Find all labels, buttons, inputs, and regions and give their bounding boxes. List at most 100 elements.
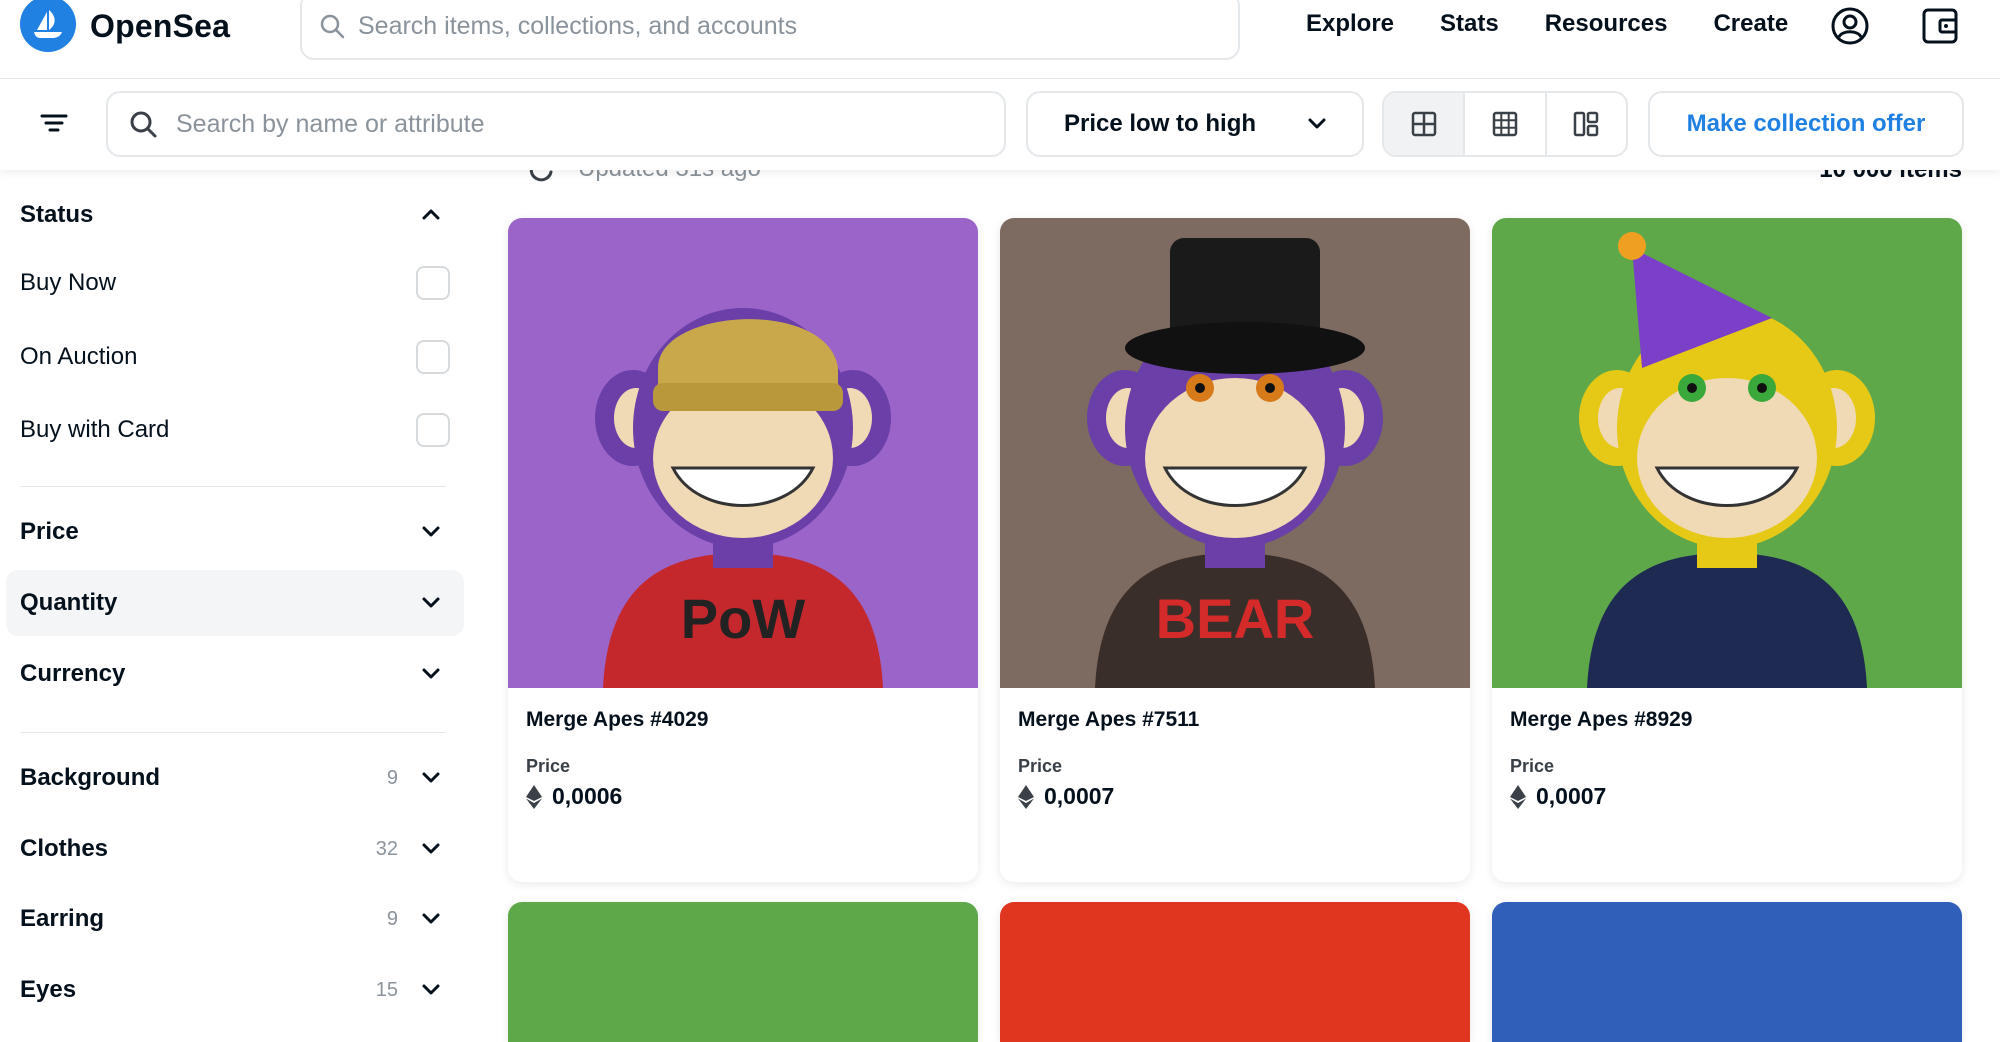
chevron-down-icon (422, 984, 440, 995)
facet-label: Currency (20, 660, 126, 687)
facet-quantity[interactable]: Quantity (6, 570, 464, 636)
facet-earring[interactable]: Earring 9 (6, 886, 464, 952)
checkbox[interactable] (416, 340, 450, 374)
brand-name[interactable]: OpenSea (90, 8, 230, 45)
nft-card[interactable] (1000, 902, 1470, 1042)
nft-card-name: Merge Apes #4029 (526, 708, 709, 731)
status-option-on-auction[interactable]: On Auction (20, 330, 450, 384)
nft-card-name: Merge Apes #8929 (1510, 708, 1693, 731)
ship-icon (34, 10, 62, 38)
filter-toggle-icon[interactable] (34, 103, 74, 143)
chevron-down-icon (1308, 118, 1326, 129)
svg-text:BEAR: BEAR (1156, 587, 1315, 650)
nft-card[interactable] (1492, 902, 1962, 1042)
nft-card-name: Merge Apes #7511 (1018, 708, 1200, 731)
facet-label: Background (20, 764, 161, 791)
global-search-input[interactable]: Search items, collections, and accounts (300, 0, 1240, 60)
grid-small-icon (1492, 111, 1518, 137)
nft-card-price-value: 0,0007 (1536, 783, 1607, 809)
grid-small-view-button[interactable] (1465, 93, 1547, 155)
nft-card-price: 0,0007 (1510, 783, 1944, 810)
facet-label: Price (20, 518, 79, 545)
checkbox[interactable] (416, 413, 450, 447)
nft-card-price-label: Price (1510, 756, 1555, 776)
chevron-down-icon (422, 668, 440, 679)
status-option-buy-now[interactable]: Buy Now (20, 256, 450, 310)
facet-count: 15 (375, 978, 398, 1001)
nft-card-info: Merge Apes #4029 Price 0,0006 (508, 688, 978, 882)
nav-create[interactable]: Create (1713, 10, 1788, 38)
chevron-up-icon (422, 209, 440, 220)
sort-value: Price low to high (1064, 110, 1257, 137)
chevron-down-icon (422, 843, 440, 854)
facet-status[interactable]: Status (6, 182, 464, 248)
facet-label: Earring (20, 905, 105, 932)
facet-label: Clothes (20, 835, 109, 862)
facet-currency[interactable]: Currency (6, 641, 464, 707)
nft-card[interactable]: BEAR Merge Apes #7511 Price 0,0007 (1000, 218, 1470, 882)
facet-label: Quantity (20, 589, 118, 616)
facet-clothes[interactable]: Clothes 32 (6, 816, 464, 882)
nft-card[interactable]: PoW Merge Apes #4029 Price 0,0006 (508, 218, 978, 882)
search-icon (320, 14, 345, 39)
facet-label: Eyes (20, 976, 77, 1003)
nft-card-info: Merge Apes #8929 Price 0,0007 (1492, 688, 1962, 882)
global-search-placeholder: Search items, collections, and accounts (358, 11, 798, 40)
checkbox[interactable] (416, 266, 450, 300)
collection-toolbar: Search by name or attribute Price low to… (0, 78, 2000, 170)
chevron-down-icon (422, 913, 440, 924)
view-toggle-group (1382, 91, 1628, 157)
trait-search-placeholder: Search by name or attribute (176, 109, 485, 138)
grid-large-icon (1411, 111, 1436, 137)
status-option-label: On Auction (20, 343, 138, 370)
nft-image: PoW (508, 218, 978, 688)
trait-search-input[interactable]: Search by name or attribute (106, 91, 1006, 157)
nft-image: BEAR (1000, 218, 1470, 688)
opensea-logo[interactable] (20, 0, 76, 52)
facet-status-label: Status (20, 201, 94, 228)
facet-eyes[interactable]: Eyes 15 (6, 957, 464, 1023)
nft-card-price-label: Price (1018, 756, 1063, 776)
facet-price[interactable]: Price (6, 499, 464, 565)
nft-image (1492, 218, 1962, 688)
nft-card-price-value: 0,0006 (552, 783, 623, 809)
mosaic-view-button[interactable] (1547, 93, 1626, 155)
mosaic-icon (1574, 111, 1599, 137)
nft-card-price-label: Price (526, 756, 571, 776)
nft-card-price-value: 0,0007 (1044, 783, 1115, 809)
nft-card[interactable] (508, 902, 978, 1042)
nft-card-info: Merge Apes #7511 Price 0,0007 (1000, 688, 1470, 882)
chevron-down-icon (422, 597, 440, 608)
grid-large-view-button[interactable] (1384, 93, 1466, 155)
nft-card-image[interactable]: BEAR (1000, 218, 1470, 688)
filter-sidebar: Status Buy Now On Auction Buy with Card … (0, 170, 470, 1030)
account-icon[interactable] (1830, 6, 1870, 46)
chevron-down-icon (422, 772, 440, 783)
divider (20, 486, 446, 487)
nav-explore[interactable]: Explore (1306, 10, 1394, 38)
facet-count: 9 (386, 907, 398, 930)
status-option-label: Buy Now (20, 269, 117, 296)
nav-resources[interactable]: Resources (1545, 10, 1668, 38)
status-option-buy-with-card[interactable]: Buy with Card (20, 403, 450, 457)
nav-links: Explore Stats Resources Create (1306, 10, 1788, 38)
svg-text:PoW: PoW (681, 587, 806, 650)
nav-stats[interactable]: Stats (1440, 10, 1499, 38)
divider (20, 732, 446, 733)
chevron-down-icon (422, 526, 440, 537)
ethereum-icon (526, 784, 542, 809)
facet-count: 32 (375, 837, 398, 860)
nft-card-price: 0,0006 (526, 783, 960, 810)
top-navigation: OpenSea Search items, collections, and a… (0, 0, 2000, 78)
make-collection-offer-button[interactable]: Make collection offer (1648, 91, 1964, 157)
wallet-icon[interactable] (1920, 6, 1960, 46)
facet-background[interactable]: Background 9 (6, 745, 464, 811)
nft-card[interactable]: Merge Apes #8929 Price 0,0007 (1492, 218, 1962, 882)
sort-select[interactable]: Price low to high (1026, 91, 1364, 157)
ethereum-icon (1510, 784, 1526, 809)
nft-card-image[interactable] (1492, 218, 1962, 688)
nft-card-price: 0,0007 (1018, 783, 1452, 810)
nft-card-image[interactable]: PoW (508, 218, 978, 688)
status-option-label: Buy with Card (20, 416, 170, 443)
ethereum-icon (1018, 784, 1034, 809)
